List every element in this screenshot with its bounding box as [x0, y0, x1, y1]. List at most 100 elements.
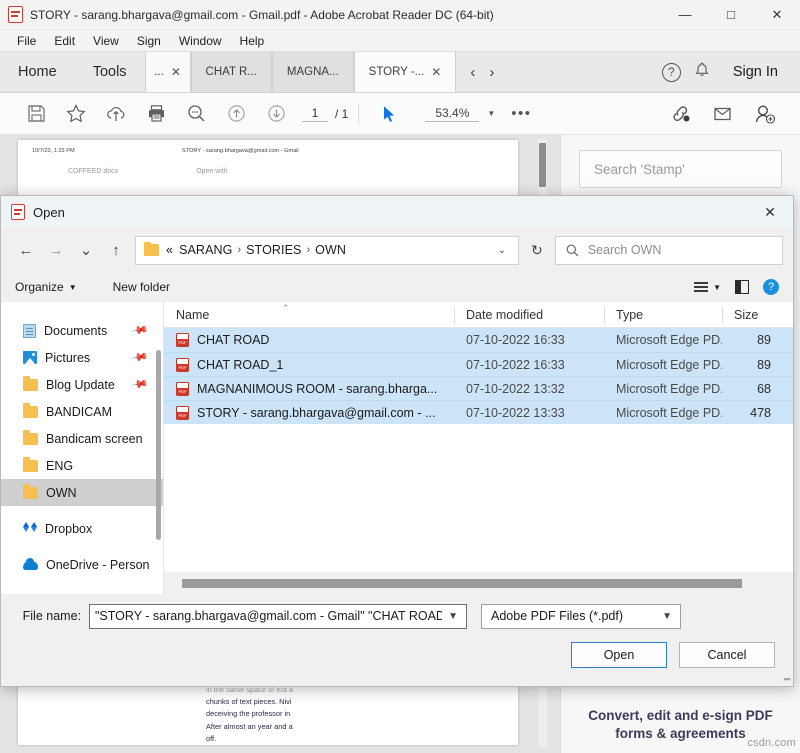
notifications-bell-icon[interactable] — [685, 62, 719, 82]
folder-search-box[interactable]: Search OWN — [555, 236, 783, 265]
tab-tools[interactable]: Tools — [75, 52, 145, 92]
sidebar-item-dropbox[interactable]: Dropbox — [1, 515, 163, 542]
menu-file[interactable]: File — [8, 32, 45, 50]
filename-input[interactable]: "STORY - sarang.bhargava@gmail.com - Gma… — [89, 604, 467, 629]
file-type-dropdown[interactable]: Adobe PDF Files (*.pdf) ▼ — [481, 604, 681, 629]
sidebar-item-onedrive[interactable]: OneDrive - Person — [1, 551, 163, 578]
sidebar-item-pictures[interactable]: Pictures 📌 — [1, 344, 163, 371]
close-tab-4-icon[interactable]: ✕ — [431, 65, 441, 79]
pdf-scrollbar-thumb[interactable] — [539, 143, 546, 187]
scrollbar-track[interactable] — [174, 579, 783, 588]
print-icon[interactable] — [136, 93, 176, 135]
preview-pane-icon[interactable] — [735, 280, 749, 294]
column-header-type[interactable]: Type — [604, 302, 722, 328]
pin-icon[interactable]: 📌 — [131, 348, 150, 367]
column-header-size[interactable]: Size — [722, 302, 793, 328]
file-list-horizontal-scrollbar[interactable] — [164, 572, 793, 594]
close-tab-1-icon[interactable]: ✕ — [171, 65, 181, 79]
sidebar-scrollbar[interactable] — [156, 350, 161, 540]
select-tool-cursor-icon[interactable] — [369, 93, 409, 135]
page-number-input[interactable] — [302, 106, 328, 122]
new-folder-button[interactable]: New folder — [113, 280, 170, 294]
maximize-button[interactable]: □ — [708, 0, 754, 30]
column-header-name[interactable]: Name ⌃ — [164, 302, 454, 328]
column-header-date[interactable]: Date modified — [454, 302, 604, 328]
dialog-content: Documents 📌 Pictures 📌 Blog Update 📌 — [1, 302, 793, 594]
up-one-level-icon[interactable]: ↑ — [101, 235, 131, 265]
table-row[interactable]: MAGNANIMOUS ROOM - sarang.bharga... 07-1… — [164, 376, 793, 400]
open-button[interactable]: Open — [571, 642, 667, 668]
document-tab-2[interactable]: CHAT R... — [191, 52, 272, 92]
menu-help[interactable]: Help — [231, 32, 274, 50]
sidebar-item-bandicam[interactable]: BANDICAM — [1, 398, 163, 425]
pdf-attachment-row: COFFEED.docx Open with — [18, 154, 518, 175]
sidebar-item-own[interactable]: OWN — [1, 479, 163, 506]
menu-sign[interactable]: Sign — [128, 32, 170, 50]
more-tools-icon[interactable]: ••• — [511, 105, 531, 122]
share-link-icon[interactable] — [660, 93, 700, 135]
back-icon[interactable]: ← — [11, 235, 41, 265]
stamp-search-input[interactable]: Search 'Stamp' — [579, 150, 782, 188]
sidebar-item-blog-update[interactable]: Blog Update 📌 — [1, 371, 163, 398]
search-icon[interactable] — [176, 93, 216, 135]
file-size-cell: 68 — [722, 382, 793, 396]
breadcrumb-part-1[interactable]: SARANG — [179, 243, 232, 257]
zoom-level-value[interactable]: 53.4% — [425, 106, 479, 122]
menu-edit[interactable]: Edit — [45, 32, 84, 50]
sort-ascending-icon: ⌃ — [282, 303, 290, 314]
pin-icon[interactable]: 📌 — [131, 321, 150, 340]
sidebar-item-documents[interactable]: Documents 📌 — [1, 317, 163, 344]
menu-view[interactable]: View — [84, 32, 128, 50]
menu-window[interactable]: Window — [170, 32, 231, 50]
pdf-open-with-label: Open with — [196, 168, 228, 175]
document-tab-4[interactable]: STORY -... ✕ — [354, 52, 457, 92]
sidebar-item-bandicam-screen[interactable]: Bandicam screen — [1, 425, 163, 452]
toolbar-divider — [358, 104, 359, 124]
scrollbar-thumb[interactable] — [182, 579, 742, 588]
pin-icon[interactable]: 📌 — [131, 375, 150, 394]
sidebar-item-eng[interactable]: ENG — [1, 452, 163, 479]
filename-chevron-down-icon[interactable]: ▼ — [442, 611, 464, 622]
minimize-button[interactable]: — — [662, 0, 708, 30]
next-tab-icon[interactable]: › — [489, 64, 494, 81]
breadcrumb-chevron-down-icon[interactable]: ⌄ — [490, 245, 514, 256]
upload-cloud-icon[interactable] — [96, 93, 136, 135]
previous-tab-icon[interactable]: ‹ — [470, 64, 475, 81]
file-type-value: Adobe PDF Files (*.pdf) — [491, 609, 623, 623]
organize-button[interactable]: Organize ▼ — [15, 280, 77, 294]
close-window-button[interactable]: ✕ — [754, 0, 800, 30]
document-tab-1[interactable]: ... ✕ — [145, 52, 191, 92]
resize-grip-icon[interactable]: ▪▪▪ — [783, 674, 790, 684]
file-type-cell: Microsoft Edge PD... — [604, 333, 722, 347]
breadcrumb-address-bar[interactable]: « SARANG › STORIES › OWN ⌄ — [135, 236, 519, 265]
recent-locations-chevron-down-icon[interactable]: ⌄ — [71, 235, 101, 265]
next-page-icon[interactable] — [256, 93, 296, 135]
forward-icon[interactable]: → — [41, 235, 71, 265]
dialog-close-button[interactable]: ✕ — [747, 196, 793, 228]
sidebar-item-this-pc[interactable]: This PC — [1, 587, 163, 594]
sign-in-button[interactable]: Sign In — [723, 64, 788, 80]
table-row[interactable]: CHAT ROAD_1 07-10-2022 16:33 Microsoft E… — [164, 352, 793, 376]
save-icon[interactable] — [16, 93, 56, 135]
zoom-chevron-down-icon[interactable]: ▼ — [487, 109, 495, 118]
breadcrumb-part-3[interactable]: OWN — [315, 243, 346, 257]
zoom-control: 53.4% ▼ — [425, 106, 495, 122]
table-row[interactable]: STORY - sarang.bhargava@gmail.com - ... … — [164, 400, 793, 424]
cancel-button[interactable]: Cancel — [679, 642, 775, 668]
document-tab-3[interactable]: MAGNA... — [272, 52, 354, 92]
file-type-chevron-down-icon[interactable]: ▼ — [662, 611, 676, 622]
sidebar-item-label: Pictures — [45, 351, 90, 365]
help-icon[interactable]: ? — [662, 63, 681, 82]
dialog-help-icon[interactable]: ? — [763, 279, 779, 295]
table-row[interactable]: CHAT ROAD 07-10-2022 16:33 Microsoft Edg… — [164, 328, 793, 352]
previous-page-icon[interactable] — [216, 93, 256, 135]
breadcrumb-part-2[interactable]: STORIES — [246, 243, 301, 257]
sidebar-item-label: BANDICAM — [46, 405, 112, 419]
refresh-icon[interactable]: ↻ — [525, 242, 549, 259]
add-bookmark-star-icon[interactable] — [56, 93, 96, 135]
sidebar-item-label: OneDrive - Person — [46, 558, 150, 572]
email-icon[interactable] — [702, 93, 742, 135]
tab-home[interactable]: Home — [0, 52, 75, 92]
add-user-icon[interactable] — [744, 93, 784, 135]
change-view-button[interactable]: ▼ — [694, 282, 721, 292]
